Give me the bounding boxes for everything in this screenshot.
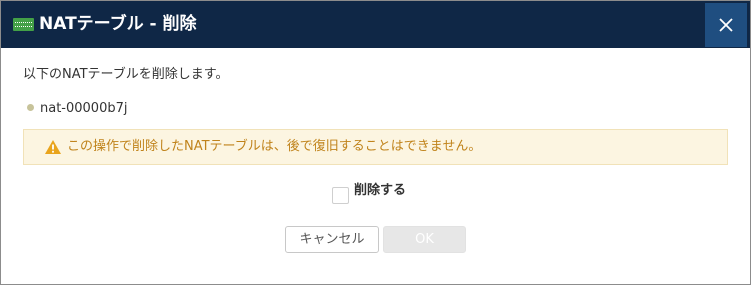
dialog-titlebar: NATテーブル - 削除 [1, 1, 750, 48]
confirm-delete-checkbox[interactable] [332, 187, 349, 204]
nat-table-id: nat-00000b7j [40, 101, 128, 116]
delete-message: 以下のNATテーブルを削除します。 [23, 67, 229, 82]
list-item: nat-00000b7j [27, 100, 127, 118]
confirm-delete-label[interactable]: 削除する [354, 182, 406, 200]
warning-triangle-icon [45, 140, 61, 154]
dialog-title: NATテーブル - 削除 [39, 14, 197, 34]
cancel-button[interactable]: キャンセル [285, 226, 379, 253]
warning-text: この操作で削除したNATテーブルは、後で復旧することはできません。 [67, 139, 482, 154]
close-icon [719, 18, 733, 32]
nat-table-icon [13, 18, 34, 31]
close-button[interactable] [705, 3, 747, 47]
delete-nat-table-dialog: NATテーブル - 削除 以下のNATテーブルを削除します。 nat-00000… [0, 0, 751, 285]
bullet-icon [27, 104, 34, 111]
ok-button[interactable]: OK [383, 226, 466, 253]
warning-box: この操作で削除したNATテーブルは、後で復旧することはできません。 [23, 129, 728, 165]
